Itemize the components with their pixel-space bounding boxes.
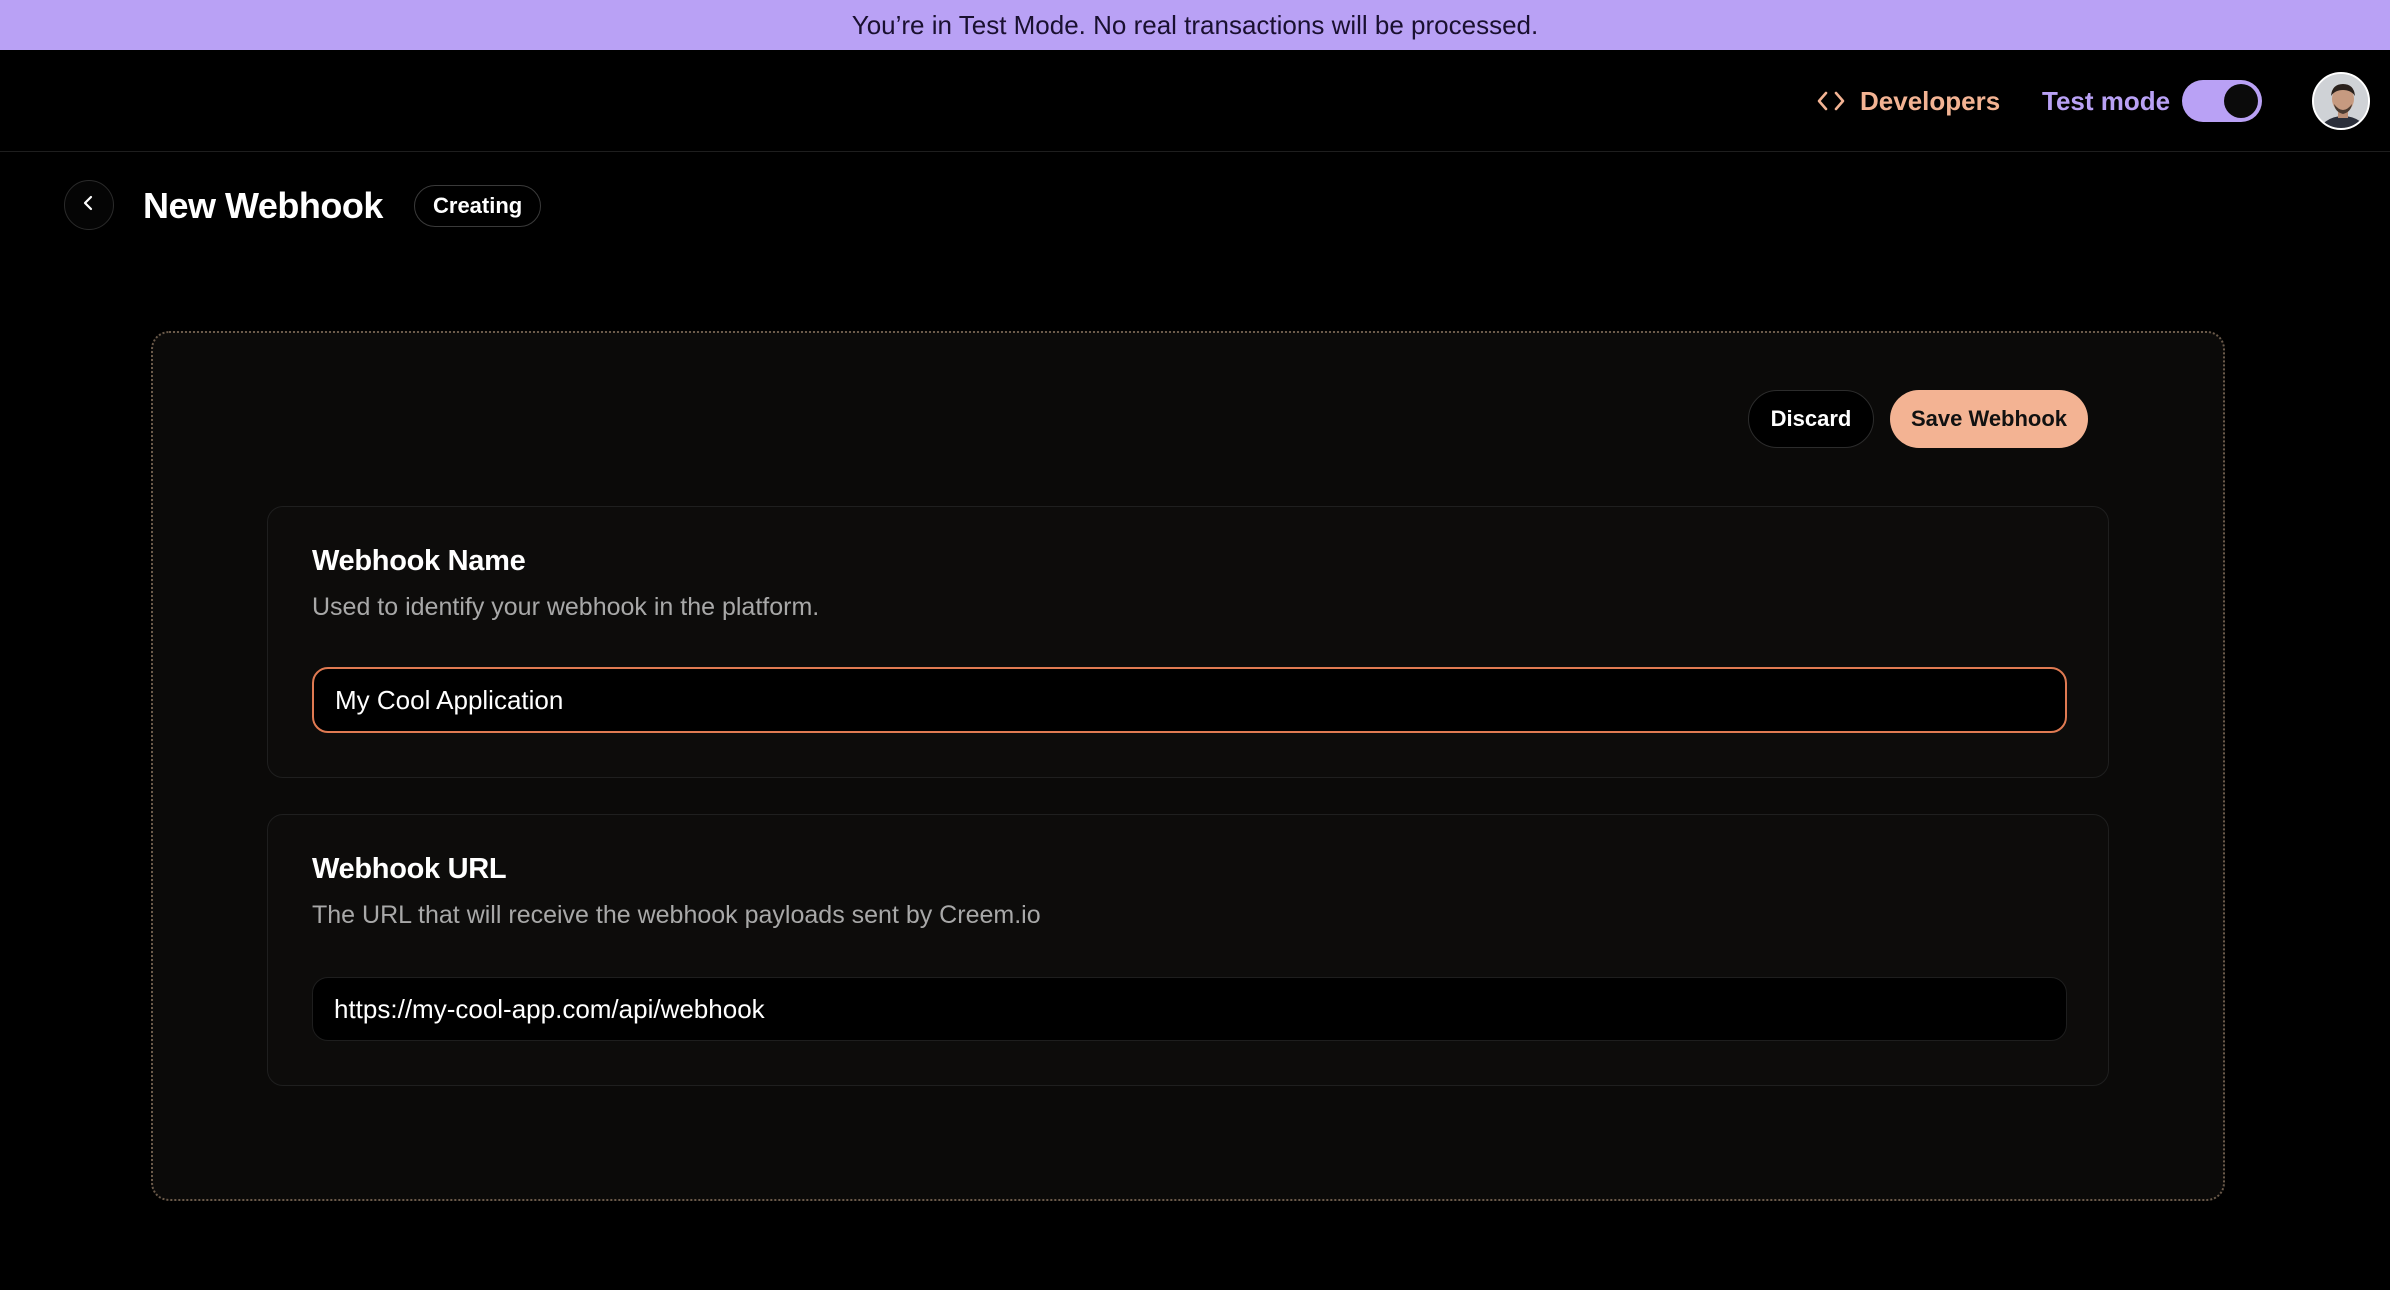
test-mode-label: Test mode	[2042, 85, 2171, 116]
webhook-name-section: Webhook Name Used to identify your webho…	[267, 506, 2109, 778]
save-webhook-button[interactable]: Save Webhook	[1890, 390, 2088, 448]
webhook-url-section: Webhook URL The URL that will receive th…	[267, 814, 2109, 1086]
toggle-knob	[2224, 84, 2258, 118]
developers-label: Developers	[1860, 85, 2001, 116]
test-mode-toggle[interactable]	[2182, 80, 2262, 122]
webhook-name-input[interactable]	[312, 667, 2067, 733]
page-title: New Webhook	[143, 185, 383, 226]
status-badge: Creating	[414, 185, 542, 227]
webhook-url-input[interactable]	[312, 977, 2067, 1041]
back-button[interactable]	[64, 180, 114, 230]
webhook-url-description: The URL that will receive the webhook pa…	[312, 901, 1041, 929]
discard-button[interactable]: Discard	[1748, 390, 1874, 448]
user-avatar[interactable]	[2312, 72, 2370, 130]
developers-link[interactable]: Developers	[1816, 82, 2000, 120]
webhook-name-description: Used to identify your webhook in the pla…	[312, 593, 820, 621]
test-mode-banner-text: You’re in Test Mode. No real transaction…	[851, 9, 1539, 40]
top-header: Developers Test mode	[0, 50, 2390, 152]
webhook-name-title: Webhook Name	[312, 545, 526, 577]
test-mode-banner: You’re in Test Mode. No real transaction…	[0, 0, 2390, 50]
webhook-url-title: Webhook URL	[312, 853, 507, 885]
code-brackets-icon	[1816, 89, 1846, 113]
chevron-left-icon	[80, 194, 98, 217]
